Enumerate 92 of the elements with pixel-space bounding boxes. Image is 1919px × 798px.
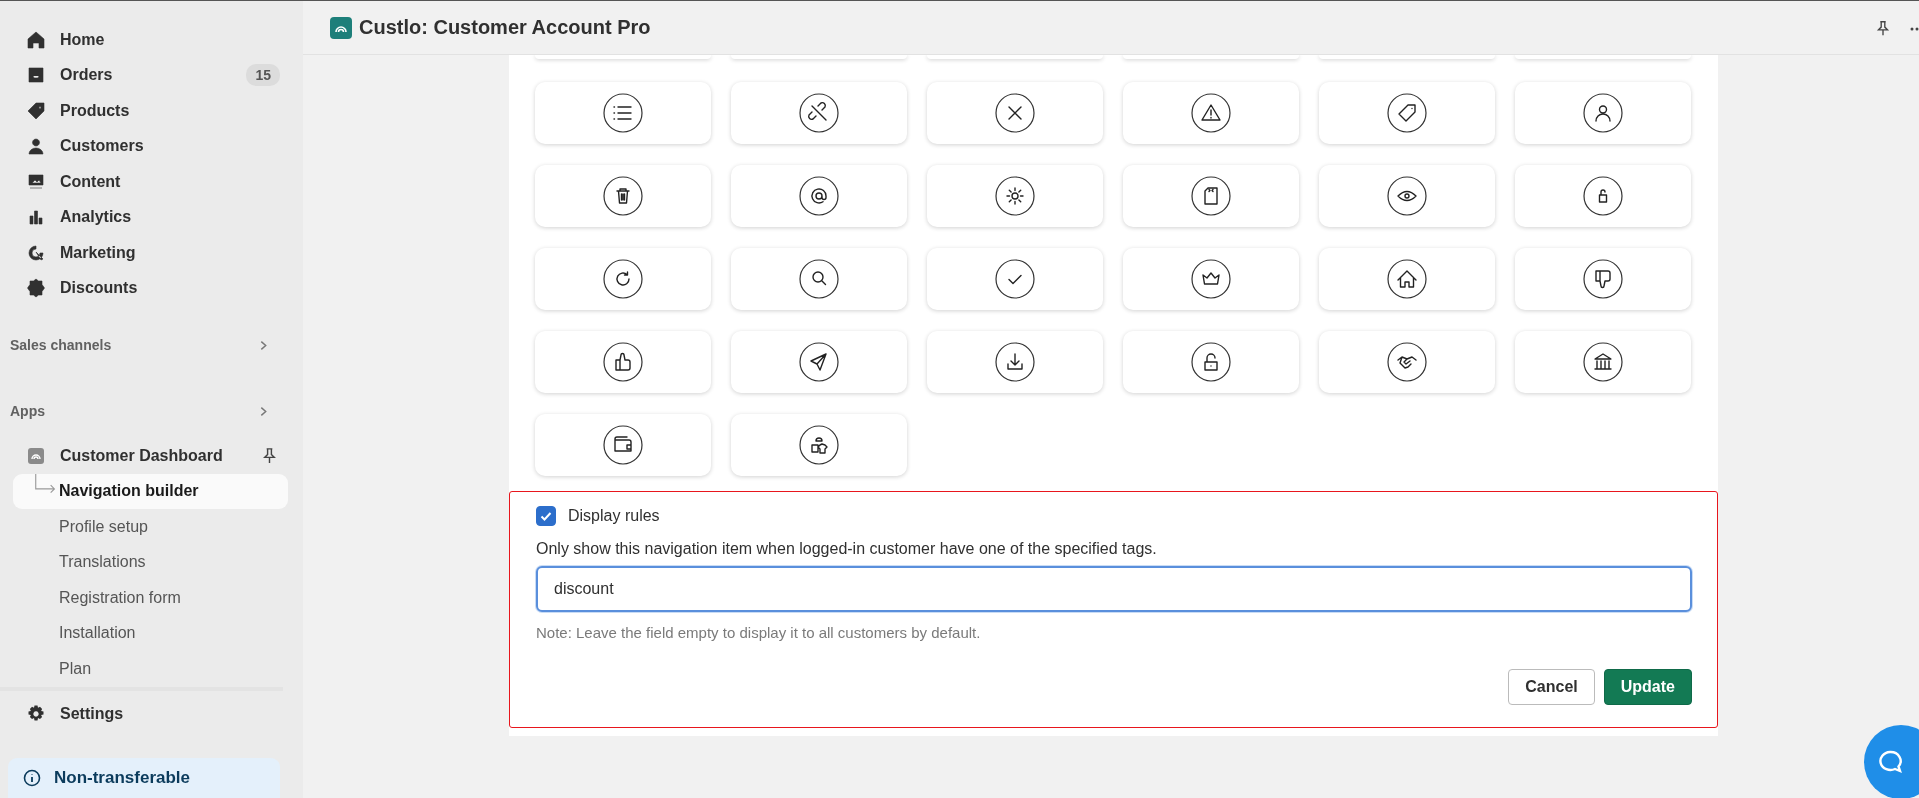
wallet-icon [603, 425, 643, 465]
trash-icon [603, 176, 643, 216]
padlock-icon [1191, 342, 1231, 382]
target-icon [26, 242, 46, 263]
checkbox-label: Display rules [568, 507, 660, 525]
checkbox[interactable] [536, 506, 556, 526]
inbox-icon [26, 65, 46, 86]
app-nav-item[interactable]: Customer Dashboard [0, 438, 252, 474]
icon-option[interactable] [1515, 248, 1691, 310]
chat-button[interactable] [1864, 725, 1919, 798]
icon-option[interactable] [1319, 82, 1495, 144]
icon-option[interactable] [1123, 248, 1299, 310]
discount-icon [26, 278, 46, 299]
app-page-item[interactable]: Plan [13, 651, 288, 687]
description-text: Only show this navigation item when logged-in customer have one of the specified tags. [536, 540, 1158, 558]
app-logo-icon [330, 16, 352, 39]
nav-item[interactable]: Home [0, 22, 295, 58]
icon-option[interactable] [535, 82, 711, 144]
info-icon [22, 768, 42, 788]
image-icon [26, 171, 46, 192]
unlock-icon [1583, 176, 1623, 216]
icon-option[interactable] [731, 165, 907, 227]
thumbs-up-icon [603, 342, 643, 382]
nav-item[interactable]: Products [0, 93, 295, 129]
nav-item[interactable]: Content [0, 164, 295, 200]
app-page-item[interactable]: Translations [13, 544, 288, 580]
icon-option[interactable] [1123, 82, 1299, 144]
bank-icon [1583, 342, 1623, 382]
search-icon [799, 259, 839, 299]
cancel-button[interactable]: Cancel [1508, 669, 1595, 705]
send-icon [799, 342, 839, 382]
icon-option[interactable] [731, 331, 907, 393]
icon-option[interactable] [731, 414, 907, 476]
bar-chart-icon [26, 207, 46, 228]
icon-option[interactable] [927, 331, 1103, 393]
icon-option[interactable] [731, 248, 907, 310]
section-header[interactable]: Sales channels [0, 328, 303, 362]
tag-icon [1387, 93, 1427, 133]
help-text: Note: Leave the field empty to display it to all customers by default. [536, 624, 982, 641]
icon-option[interactable] [731, 82, 907, 144]
icon-option[interactable] [1319, 165, 1495, 227]
file-icon [1191, 176, 1231, 216]
icon-option[interactable] [1319, 248, 1495, 310]
app-page-item[interactable]: Registration form [13, 580, 288, 616]
nav-item[interactable]: Orders 15 [0, 57, 295, 93]
nav-item[interactable]: Settings [0, 696, 295, 732]
user-icon [1583, 93, 1623, 133]
icon-option[interactable] [927, 165, 1103, 227]
chevron-icon [258, 405, 269, 417]
tags-input-field[interactable]: discount [536, 566, 1692, 612]
icon-option[interactable] [535, 248, 711, 310]
nav-item[interactable]: Marketing [0, 235, 295, 271]
icon-option[interactable] [1319, 331, 1495, 393]
icon-option[interactable] [535, 414, 711, 476]
section-header[interactable]: Apps [0, 394, 303, 428]
icon-option[interactable] [1123, 165, 1299, 227]
icon-option[interactable] [927, 82, 1103, 144]
app-page-item[interactable]: Profile setup [13, 509, 288, 545]
app-logo-icon [26, 445, 46, 466]
warning-icon [1191, 93, 1231, 133]
at-sign-icon [799, 176, 839, 216]
settings-icon [995, 176, 1035, 216]
home-icon [1387, 259, 1427, 299]
crown-icon [1191, 259, 1231, 299]
icon-option[interactable] [1123, 331, 1299, 393]
update-button[interactable]: Update [1603, 669, 1692, 705]
icon-option[interactable] [535, 331, 711, 393]
unlink-icon [799, 93, 839, 133]
icon-option[interactable] [535, 165, 711, 227]
icon-option[interactable] [1515, 82, 1691, 144]
shop-icon [799, 425, 839, 465]
home-icon [26, 29, 46, 50]
count-badge: 15 [246, 64, 280, 87]
app-page-item[interactable]: Installation [13, 615, 288, 651]
list-icon [603, 93, 643, 133]
tag-icon [26, 100, 46, 121]
refresh-icon [603, 259, 643, 299]
download-icon [995, 342, 1035, 382]
nav-item[interactable]: Analytics [0, 199, 295, 235]
nav-item[interactable]: Discounts [0, 270, 295, 306]
chevron-icon [258, 339, 269, 351]
check-icon [995, 259, 1035, 299]
eye-icon [1387, 176, 1427, 216]
thumbs-down-icon [1583, 259, 1623, 299]
nav-item[interactable]: Customers [0, 128, 295, 164]
page-title: Custlo: Customer Account Pro [359, 16, 651, 39]
close-icon [995, 93, 1035, 133]
app-page-item[interactable]: Navigation builder [13, 473, 288, 509]
icon-option[interactable] [1515, 331, 1691, 393]
notice-banner: Non-transferable [8, 758, 280, 798]
person-icon [26, 136, 46, 157]
handshake-icon [1387, 342, 1427, 382]
